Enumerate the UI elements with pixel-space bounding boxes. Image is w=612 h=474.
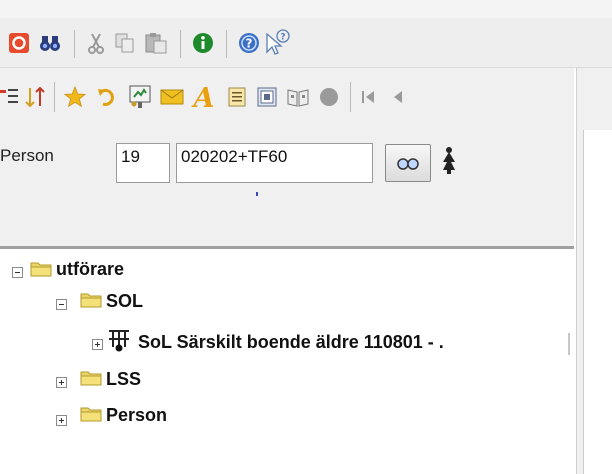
undo-icon[interactable] [96,86,118,108]
indent-icon[interactable] [0,86,20,108]
tree-node-label[interactable]: utförare [56,259,124,280]
focus-marker [256,192,258,196]
search-person-button[interactable] [385,144,431,182]
star-icon[interactable] [64,86,86,108]
window-top-strip [0,0,612,18]
expand-toggle[interactable] [92,339,103,350]
toolbar-separator [54,82,55,112]
svg-text:?: ? [246,37,253,51]
folder-icon [80,371,102,386]
folder-icon [80,407,102,422]
font-icon[interactable]: A [190,82,218,112]
grid-icon[interactable] [256,86,278,108]
toolbar-separator [350,82,351,112]
unit-icon [109,330,129,352]
record-icon[interactable] [8,32,30,54]
tree-clip-edge [568,333,570,355]
help-icon[interactable]: ? [238,32,260,54]
context-help-icon[interactable]: ? [264,28,290,56]
first-icon[interactable] [358,86,378,108]
tree-node-label[interactable]: SoL Särskilt boende äldre 110801 - . [138,332,444,353]
mail-icon[interactable] [160,86,184,108]
document-icon[interactable] [226,86,248,108]
svg-text:?: ? [280,33,285,43]
person-id-field[interactable]: 020202+TF60 [176,143,373,183]
book-icon[interactable] [286,86,310,108]
expand-toggle[interactable] [56,299,67,310]
previous-icon[interactable] [388,86,408,108]
folder-icon [30,262,52,277]
expand-toggle[interactable] [12,267,23,278]
person-tree-icon[interactable] [440,144,458,180]
secondary-toolbar: A [0,78,574,124]
expand-toggle[interactable] [56,415,67,426]
right-content-area [583,130,612,474]
sort-icon[interactable] [24,86,46,108]
copy-icon[interactable] [114,32,136,54]
paste-icon[interactable] [144,32,168,54]
tree-node-label[interactable]: SOL [106,291,143,312]
tree-node-label[interactable]: Person [106,405,167,426]
toolbar-separator [74,30,75,58]
tree-node-label[interactable]: LSS [106,369,141,390]
main-toolbar: ? ? [0,18,612,68]
circle-icon[interactable] [318,86,340,108]
info-icon[interactable] [192,32,214,54]
person-label: Person [0,146,54,165]
expand-toggle[interactable] [56,377,67,388]
cut-icon[interactable] [86,32,106,54]
glasses-icon [396,155,420,171]
svg-text:A: A [191,83,215,112]
presentation-icon[interactable] [128,84,152,110]
person-number-field[interactable]: 19 [116,143,170,183]
tree-view: utförare SOL SoL Särskilt boende äldre 1… [0,249,574,474]
folder-icon [80,293,102,308]
toolbar-separator [226,30,227,58]
toolbar-separator [180,30,181,58]
binoculars-icon[interactable] [38,32,62,54]
